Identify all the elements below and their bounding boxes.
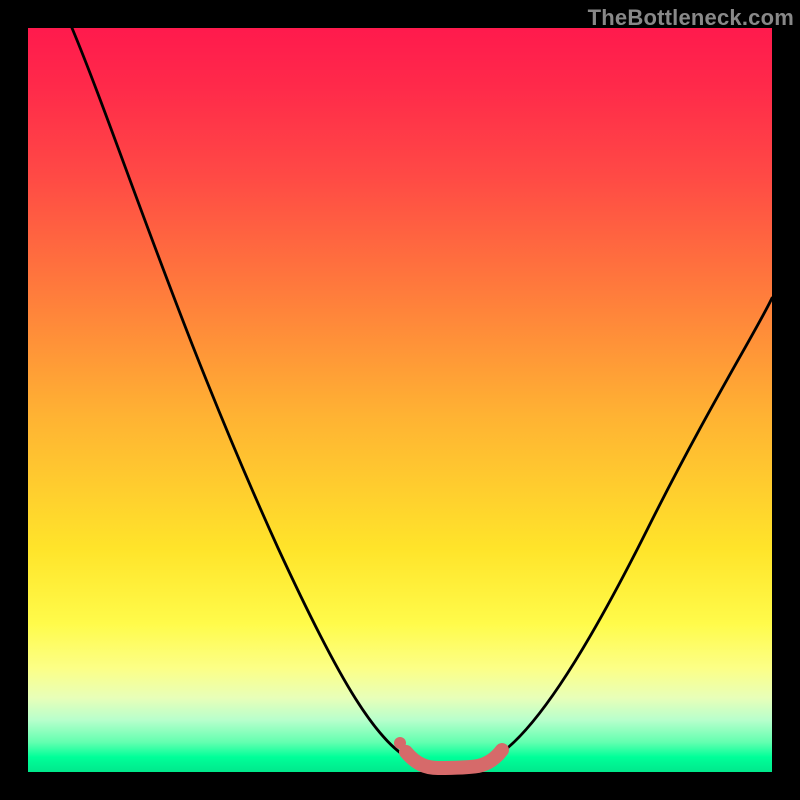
sweet-spot-band	[406, 750, 502, 768]
curve-overlay	[28, 28, 772, 772]
watermark-text: TheBottleneck.com	[588, 5, 794, 31]
bottleneck-curve	[72, 28, 772, 765]
sweet-spot-dot	[394, 737, 406, 749]
plot-area	[28, 28, 772, 772]
